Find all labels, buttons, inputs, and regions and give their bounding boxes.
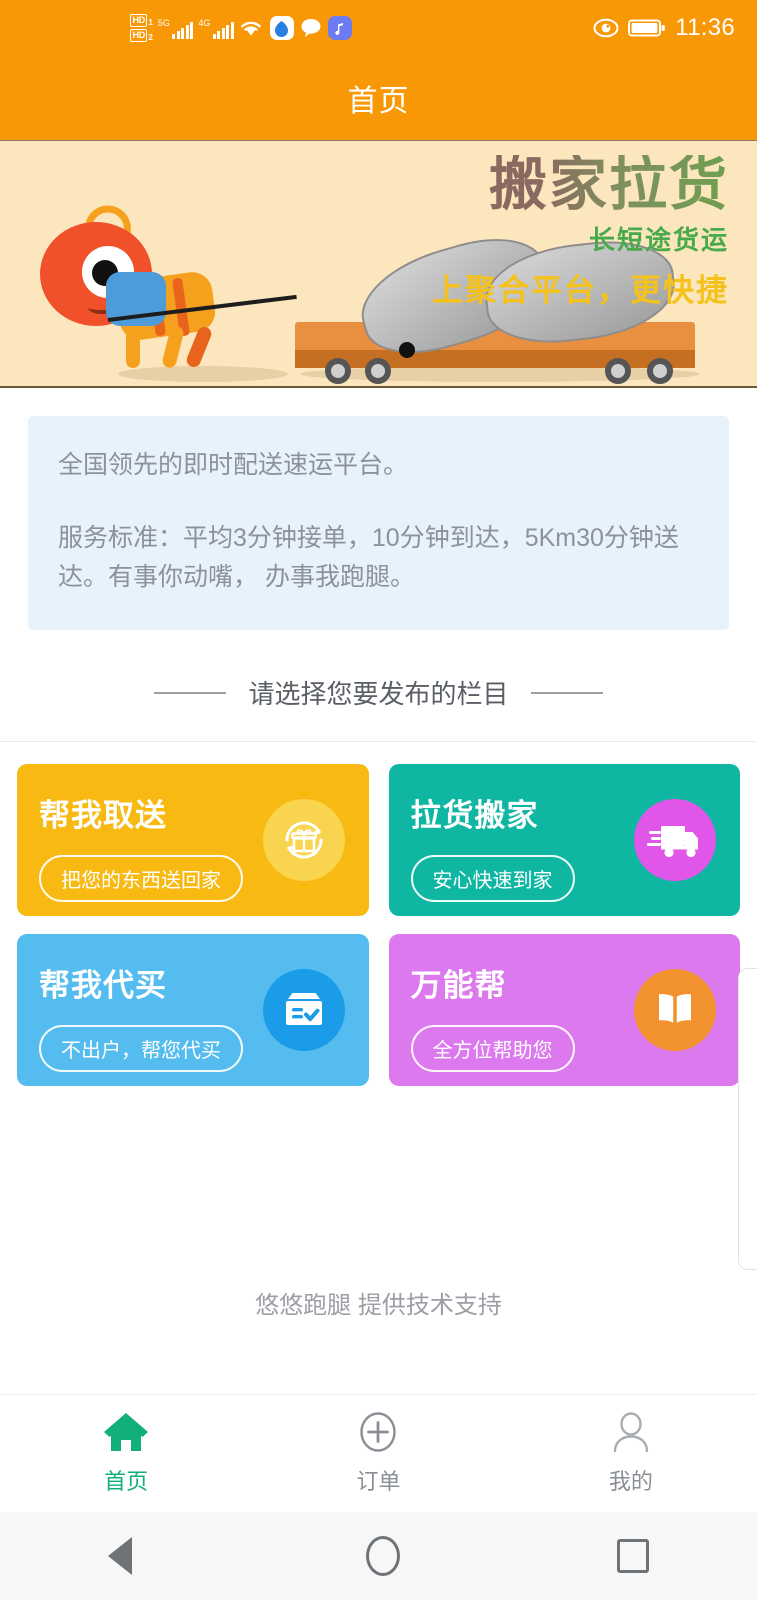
banner-tagline: 上聚合平台，更快捷 [432, 272, 729, 308]
signal-4g-icon: 4G [198, 17, 234, 39]
card-subtitle-pill: 不出户，帮您代买 [39, 1025, 243, 1073]
app-screen: HD 1 HD 2 5G 4G 11:36 首页 搬家拉货 长短途货运 上聚合平… [0, 0, 757, 1600]
checklist-box-icon [285, 993, 322, 1026]
divider-left [154, 691, 227, 694]
tab-label: 订单 [356, 1469, 401, 1494]
eye-icon [593, 18, 619, 38]
wifi-icon [241, 21, 261, 36]
divider-right [530, 691, 603, 694]
recents-square-icon[interactable] [616, 1539, 649, 1573]
bottom-tab-bar: 首页 订单 我的 [0, 1394, 757, 1512]
card-subtitle-pill: 把您的东西送回家 [39, 855, 243, 903]
battery-icon [628, 19, 666, 37]
service-card-universal-help[interactable]: 万能帮 全方位帮助您 [388, 934, 740, 1087]
section-heading-label: 请选择您要发布的栏目 [248, 679, 509, 710]
status-bar-clock: 11:36 [675, 14, 735, 41]
card-icon-circle [634, 799, 716, 882]
plus-circle-icon [360, 1412, 397, 1452]
info-line-2: 服务标准：平均3分钟接单，10分钟到达，5Km30分钟送达。有事你动嘴， 办事我… [58, 523, 679, 591]
tab-orders[interactable]: 订单 [252, 1409, 504, 1496]
section-heading: 请选择您要发布的栏目 [0, 674, 757, 711]
banner-headline: 搬家拉货 [432, 154, 729, 216]
ant-shadow [118, 366, 288, 382]
person-icon [613, 1412, 649, 1453]
banner-text: 搬家拉货 长短途货运 上聚合平台，更快捷 [432, 154, 729, 310]
tab-profile[interactable]: 我的 [505, 1409, 757, 1496]
message-app-icon [301, 19, 321, 37]
music-app-icon [327, 16, 352, 40]
promo-banner[interactable]: 搬家拉货 长短途货运 上聚合平台，更快捷 [0, 140, 757, 388]
service-card-pickup-delivery[interactable]: 帮我取送 把您的东西送回家 [17, 764, 369, 917]
hd2-icon: HD 2 [130, 29, 153, 42]
status-bar: HD 1 HD 2 5G 4G 11:36 [0, 0, 757, 56]
banner-page-indicator[interactable] [399, 342, 415, 358]
service-card-grid: 帮我取送 把您的东西送回家 拉货搬家 安心快速到家 帮我代买 不出户，帮您代买 … [0, 742, 757, 1087]
offscreen-card-outline [738, 968, 757, 1270]
card-icon-circle [634, 969, 716, 1052]
home-icon [104, 1413, 149, 1451]
page-title: 首页 [347, 85, 410, 118]
service-info-box: 全国领先的即时配送速运平台。 服务标准：平均3分钟接单，10分钟到达，5Km30… [28, 416, 729, 631]
home-circle-icon[interactable] [366, 1536, 401, 1576]
service-card-moving[interactable]: 拉货搬家 安心快速到家 [388, 764, 740, 917]
browser-app-icon [269, 16, 294, 40]
status-bar-right: 11:36 [593, 14, 735, 42]
hd1-icon: HD 1 [130, 14, 153, 27]
service-card-shopping[interactable]: 帮我代买 不出户，帮您代买 [17, 934, 369, 1087]
android-navigation-bar [0, 1512, 757, 1600]
app-title-bar: 首页 [0, 56, 757, 140]
cart-illustration [295, 223, 695, 384]
tab-label: 首页 [104, 1469, 149, 1494]
card-icon-circle [262, 969, 345, 1052]
signal-5g-icon: 5G [158, 17, 194, 39]
cart-shadow [300, 366, 700, 382]
gift-refresh-icon [285, 821, 322, 859]
card-subtitle-pill: 安心快速到家 [410, 855, 575, 903]
footer-credit: 悠悠跑腿 提供技术支持 [255, 1292, 502, 1319]
tab-label: 我的 [608, 1469, 653, 1494]
info-line-1: 全国领先的即时配送速运平台。 [58, 451, 409, 479]
card-icon-circle [262, 799, 345, 882]
banner-subline: 长短途货运 [588, 224, 729, 255]
tab-home[interactable]: 首页 [0, 1409, 252, 1496]
truck-icon [647, 826, 698, 858]
open-book-icon [659, 994, 691, 1023]
card-subtitle-pill: 全方位帮助您 [410, 1025, 575, 1073]
hd-indicators: HD 1 HD 2 [130, 14, 153, 42]
status-bar-left: HD 1 HD 2 5G 4G [22, 14, 593, 42]
back-triangle-icon[interactable] [108, 1537, 158, 1575]
